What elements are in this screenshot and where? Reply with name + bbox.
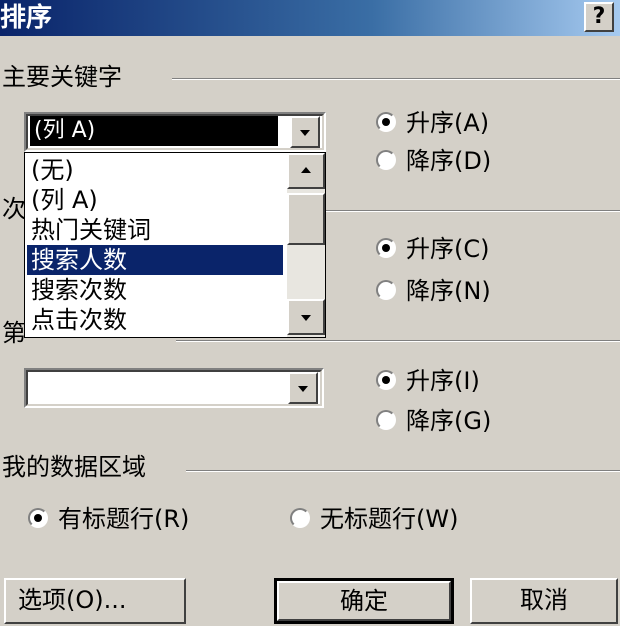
secondary-descending-radio[interactable]: 降序(N) (376, 276, 491, 306)
third-key-divider (176, 340, 620, 342)
scroll-down-button[interactable] (287, 299, 325, 335)
radio-empty-icon (376, 150, 396, 170)
radio-empty-icon (290, 508, 310, 528)
list-item[interactable]: 点击次数 (27, 305, 283, 335)
list-item[interactable]: (列 A) (27, 185, 283, 215)
dialog-title: 排序 (0, 3, 53, 33)
radio-selected-icon (376, 238, 396, 258)
radio-selected-icon (376, 370, 396, 390)
primary-descending-label: 降序(D) (406, 147, 492, 175)
primary-ascending-radio[interactable]: 升序(A) (376, 108, 489, 138)
has-header-radio[interactable]: 有标题行(R) (28, 504, 189, 534)
third-key-dropdown-button[interactable] (288, 372, 318, 404)
chevron-down-icon (300, 130, 310, 136)
scroll-thumb[interactable] (287, 193, 325, 245)
cancel-button[interactable]: 取消 (470, 578, 618, 624)
cancel-button-label: 取消 (520, 586, 568, 614)
radio-empty-icon (376, 410, 396, 430)
secondary-descending-label: 降序(N) (406, 277, 491, 305)
list-item[interactable]: 热门关键词 (27, 215, 283, 245)
list-item-selected[interactable]: 搜索人数 (27, 245, 283, 275)
third-ascending-radio[interactable]: 升序(I) (376, 366, 480, 396)
help-button[interactable]: ? (584, 2, 614, 32)
data-range-divider (186, 470, 620, 472)
chevron-up-icon (301, 167, 311, 173)
primary-key-selected: (列 A) (30, 116, 278, 146)
secondary-key-divider (326, 210, 620, 212)
primary-key-divider (172, 78, 620, 80)
chevron-down-icon (301, 315, 311, 321)
data-range-label: 我的数据区域 (2, 453, 146, 481)
primary-key-dropdown-button[interactable] (290, 116, 320, 148)
secondary-ascending-radio[interactable]: 升序(C) (376, 234, 489, 264)
third-descending-radio[interactable]: 降序(G) (376, 406, 491, 436)
list-item[interactable]: 搜索次数 (27, 275, 283, 305)
no-header-radio[interactable]: 无标题行(W) (290, 504, 458, 534)
ok-button-label: 确定 (340, 587, 388, 615)
radio-empty-icon (376, 280, 396, 300)
primary-key-dropdown-list[interactable]: (无) (列 A) 热门关键词 搜索人数 搜索次数 点击次数 (24, 152, 326, 338)
primary-descending-radio[interactable]: 降序(D) (376, 146, 491, 176)
primary-ascending-label: 升序(A) (406, 109, 490, 137)
options-button-label: 选项(O)... (18, 586, 127, 614)
radio-selected-icon (28, 508, 48, 528)
chevron-down-icon (298, 386, 308, 392)
third-key-combo[interactable] (24, 368, 324, 408)
primary-key-label: 主要关键字 (2, 63, 122, 91)
options-button[interactable]: 选项(O)... (4, 578, 186, 624)
secondary-ascending-label: 升序(C) (406, 235, 490, 263)
third-ascending-label: 升序(I) (406, 367, 480, 395)
has-header-label: 有标题行(R) (58, 505, 190, 533)
third-key-label: 第 (2, 319, 26, 347)
primary-key-combo[interactable]: (列 A) (24, 112, 326, 152)
ok-button[interactable]: 确定 (274, 578, 454, 624)
scroll-up-button[interactable] (287, 153, 325, 189)
list-item[interactable]: (无) (27, 155, 283, 185)
no-header-label: 无标题行(W) (320, 505, 459, 533)
third-descending-label: 降序(G) (406, 407, 492, 435)
title-bar: 排序 ? (0, 0, 620, 36)
secondary-key-label: 次 (2, 195, 26, 223)
list-scrollbar[interactable] (287, 153, 325, 337)
radio-selected-icon (376, 112, 396, 132)
